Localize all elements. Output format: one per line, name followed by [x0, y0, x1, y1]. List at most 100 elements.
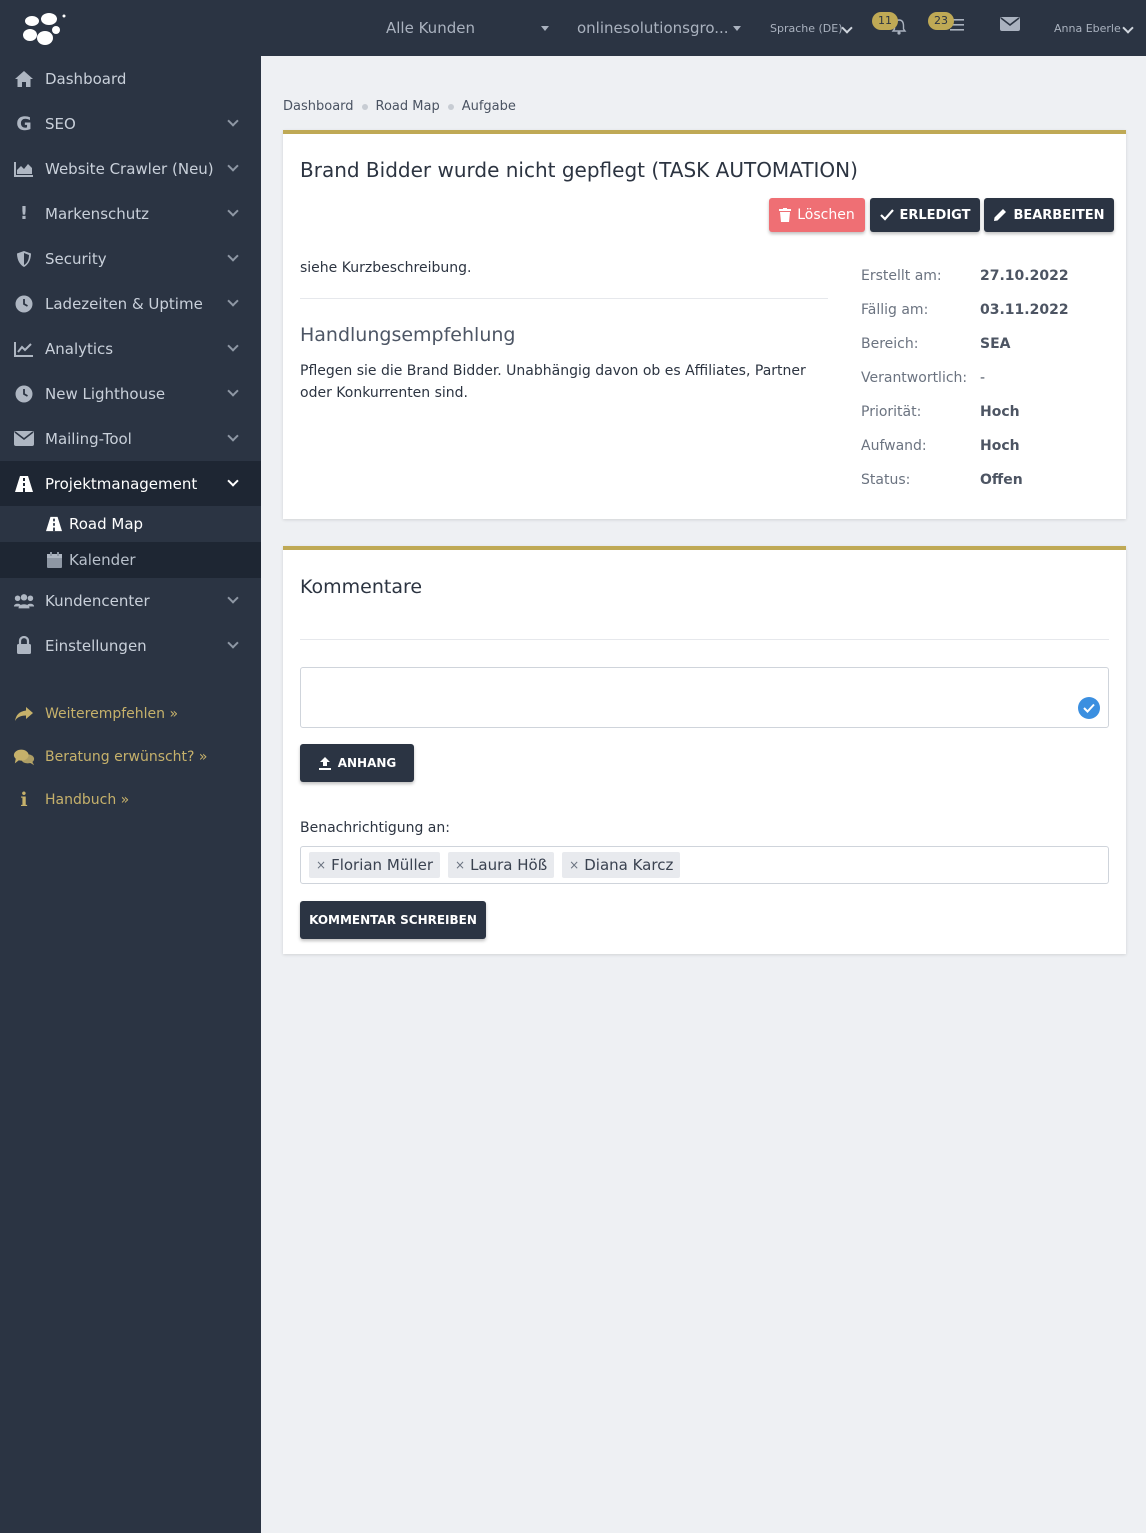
sidebar-item-seo[interactable]: G SEO	[0, 101, 261, 146]
link-label: Handbuch »	[45, 791, 130, 808]
comments-card: Kommentare ANHANG Benachrichtigung an: ×…	[283, 546, 1126, 954]
remove-tag-icon[interactable]: ×	[316, 858, 326, 872]
exclamation-icon: !	[19, 203, 29, 224]
comments-icon	[13, 746, 35, 768]
road-icon	[45, 515, 63, 533]
chevron-down-icon	[227, 205, 239, 217]
attach-button[interactable]: ANHANG	[300, 744, 414, 782]
remove-tag-icon[interactable]: ×	[455, 858, 465, 872]
delete-button[interactable]: Löschen	[769, 198, 865, 232]
edit-button[interactable]: BEARBEITEN	[984, 198, 1114, 232]
sidebar-item-analytics[interactable]: Analytics	[0, 326, 261, 371]
link-weiterempfehlen[interactable]: Weiterempfehlen »	[0, 692, 261, 735]
sidebar-item-kundencenter[interactable]: Kundencenter	[0, 578, 261, 623]
sidebar-subitem-kalender[interactable]: Kalender	[0, 542, 261, 578]
task-meta: Erstellt am: 27.10.2022 Fällig am: 03.11…	[861, 259, 1069, 497]
remove-tag-icon[interactable]: ×	[569, 858, 579, 872]
sidebar-item-mailing-tool[interactable]: Mailing-Tool	[0, 416, 261, 461]
recommendation-title: Handlungsempfehlung	[300, 324, 516, 346]
notifications-count-badge: 11	[872, 12, 898, 30]
sidebar-item-label: Kundencenter	[45, 591, 150, 610]
user-name: Anna Eberle	[1054, 21, 1121, 35]
breadcrumb-separator-icon	[361, 103, 368, 110]
meta-label: Fällig am:	[861, 302, 929, 318]
task-card: Brand Bidder wurde nicht gepflegt (TASK …	[283, 130, 1126, 519]
link-beratung[interactable]: Beratung erwünscht? »	[0, 735, 261, 778]
meta-row-status: Status: Offen	[861, 463, 1069, 497]
submit-comment-label: KOMMENTAR SCHREIBEN	[309, 913, 477, 927]
sidebar-item-label: Ladezeiten & Uptime	[45, 294, 203, 313]
comment-textarea[interactable]	[300, 667, 1109, 728]
chevron-down-icon	[227, 295, 239, 307]
sidebar-item-projektmanagement[interactable]: Projektmanagement	[0, 461, 261, 506]
meta-row-priority: Priorität: Hoch	[861, 395, 1069, 429]
breadcrumb-item-road-map[interactable]: Road Map	[376, 99, 440, 114]
link-label: Beratung erwünscht? »	[45, 748, 208, 765]
mail-button[interactable]	[1000, 16, 1022, 34]
meta-value: Offen	[980, 472, 1023, 488]
sidebar-item-new-lighthouse[interactable]: New Lighthouse	[0, 371, 261, 416]
chevron-down-icon	[227, 430, 239, 442]
breadcrumb-item-dashboard[interactable]: Dashboard	[283, 99, 354, 114]
recipient-name: Laura Höß	[470, 856, 548, 874]
done-button-label: ERLEDIGT	[899, 207, 971, 223]
spellcheck-icon[interactable]	[1078, 697, 1100, 719]
edit-button-label: BEARBEITEN	[1013, 207, 1105, 223]
caret-down-icon	[541, 25, 549, 31]
sidebar-subitem-label: Road Map	[69, 515, 144, 533]
recommendation-text: Pflegen sie die Brand Bidder. Unabhängig…	[300, 363, 806, 401]
sidebar-item-label: New Lighthouse	[45, 384, 166, 403]
check-icon	[879, 209, 894, 221]
customer-select[interactable]: Alle Kunden	[386, 0, 556, 56]
breadcrumb: Dashboard Road Map Aufgabe	[283, 99, 516, 114]
meta-value: Hoch	[980, 438, 1020, 454]
share-icon	[13, 703, 35, 725]
tasks-button[interactable]: 23	[928, 10, 968, 46]
sidebar: Dashboard G SEO Website Crawler (Neu) ! …	[0, 56, 261, 1533]
users-icon	[13, 590, 35, 612]
language-select[interactable]: Sprache (DE)	[770, 0, 860, 56]
sidebar-subitem-road-map[interactable]: Road Map	[0, 506, 261, 542]
sidebar-item-label: Dashboard	[45, 69, 127, 88]
meta-row-due: Fällig am: 03.11.2022	[861, 293, 1069, 327]
clock-icon	[13, 383, 35, 405]
area-chart-icon	[13, 158, 35, 180]
task-title: Brand Bidder wurde nicht gepflegt (TASK …	[300, 158, 858, 182]
meta-label: Erstellt am:	[861, 268, 942, 284]
customer-select-value: Alle Kunden	[386, 19, 475, 37]
task-description: siehe Kurzbeschreibung.	[300, 260, 472, 276]
notify-recipients-input[interactable]: × Florian Müller × Laura Höß × Diana Kar…	[300, 846, 1109, 884]
done-button[interactable]: ERLEDIGT	[870, 198, 980, 232]
sidebar-item-ladezeiten[interactable]: Ladezeiten & Uptime	[0, 281, 261, 326]
sidebar-item-security[interactable]: Security	[0, 236, 261, 281]
meta-row-created: Erstellt am: 27.10.2022	[861, 259, 1069, 293]
breadcrumb-item-aufgabe: Aufgabe	[461, 99, 516, 114]
link-label: Weiterempfehlen »	[45, 705, 179, 722]
sidebar-item-label: Security	[45, 249, 107, 268]
comments-title: Kommentare	[300, 576, 423, 598]
sidebar-item-website-crawler[interactable]: Website Crawler (Neu)	[0, 146, 261, 191]
submit-comment-button[interactable]: KOMMENTAR SCHREIBEN	[300, 901, 486, 939]
meta-row-effort: Aufwand: Hoch	[861, 429, 1069, 463]
project-select[interactable]: onlinesolutionsgro...	[577, 0, 747, 56]
calendar-icon	[45, 551, 63, 569]
brand-logo[interactable]	[20, 12, 68, 48]
sidebar-item-einstellungen[interactable]: Einstellungen	[0, 623, 261, 668]
meta-row-area: Bereich: SEA	[861, 327, 1069, 361]
home-icon	[13, 68, 35, 90]
chevron-down-icon	[227, 115, 239, 127]
link-handbuch[interactable]: i Handbuch »	[0, 778, 261, 821]
user-menu[interactable]: Anna Eberle	[1054, 0, 1144, 56]
envelope-icon	[1000, 17, 1020, 31]
meta-label: Status:	[861, 472, 911, 488]
google-icon: G	[16, 112, 32, 135]
delete-button-label: Löschen	[797, 207, 855, 223]
recipient-tag: × Diana Karcz	[562, 852, 681, 878]
chevron-down-icon	[841, 22, 853, 34]
sidebar-item-dashboard[interactable]: Dashboard	[0, 56, 261, 101]
top-bar: Alle Kunden onlinesolutionsgro... Sprach…	[0, 0, 1146, 56]
sidebar-item-label: Projektmanagement	[45, 474, 198, 493]
notifications-button[interactable]: 11	[872, 10, 912, 46]
sidebar-item-markenschutz[interactable]: ! Markenschutz	[0, 191, 261, 236]
